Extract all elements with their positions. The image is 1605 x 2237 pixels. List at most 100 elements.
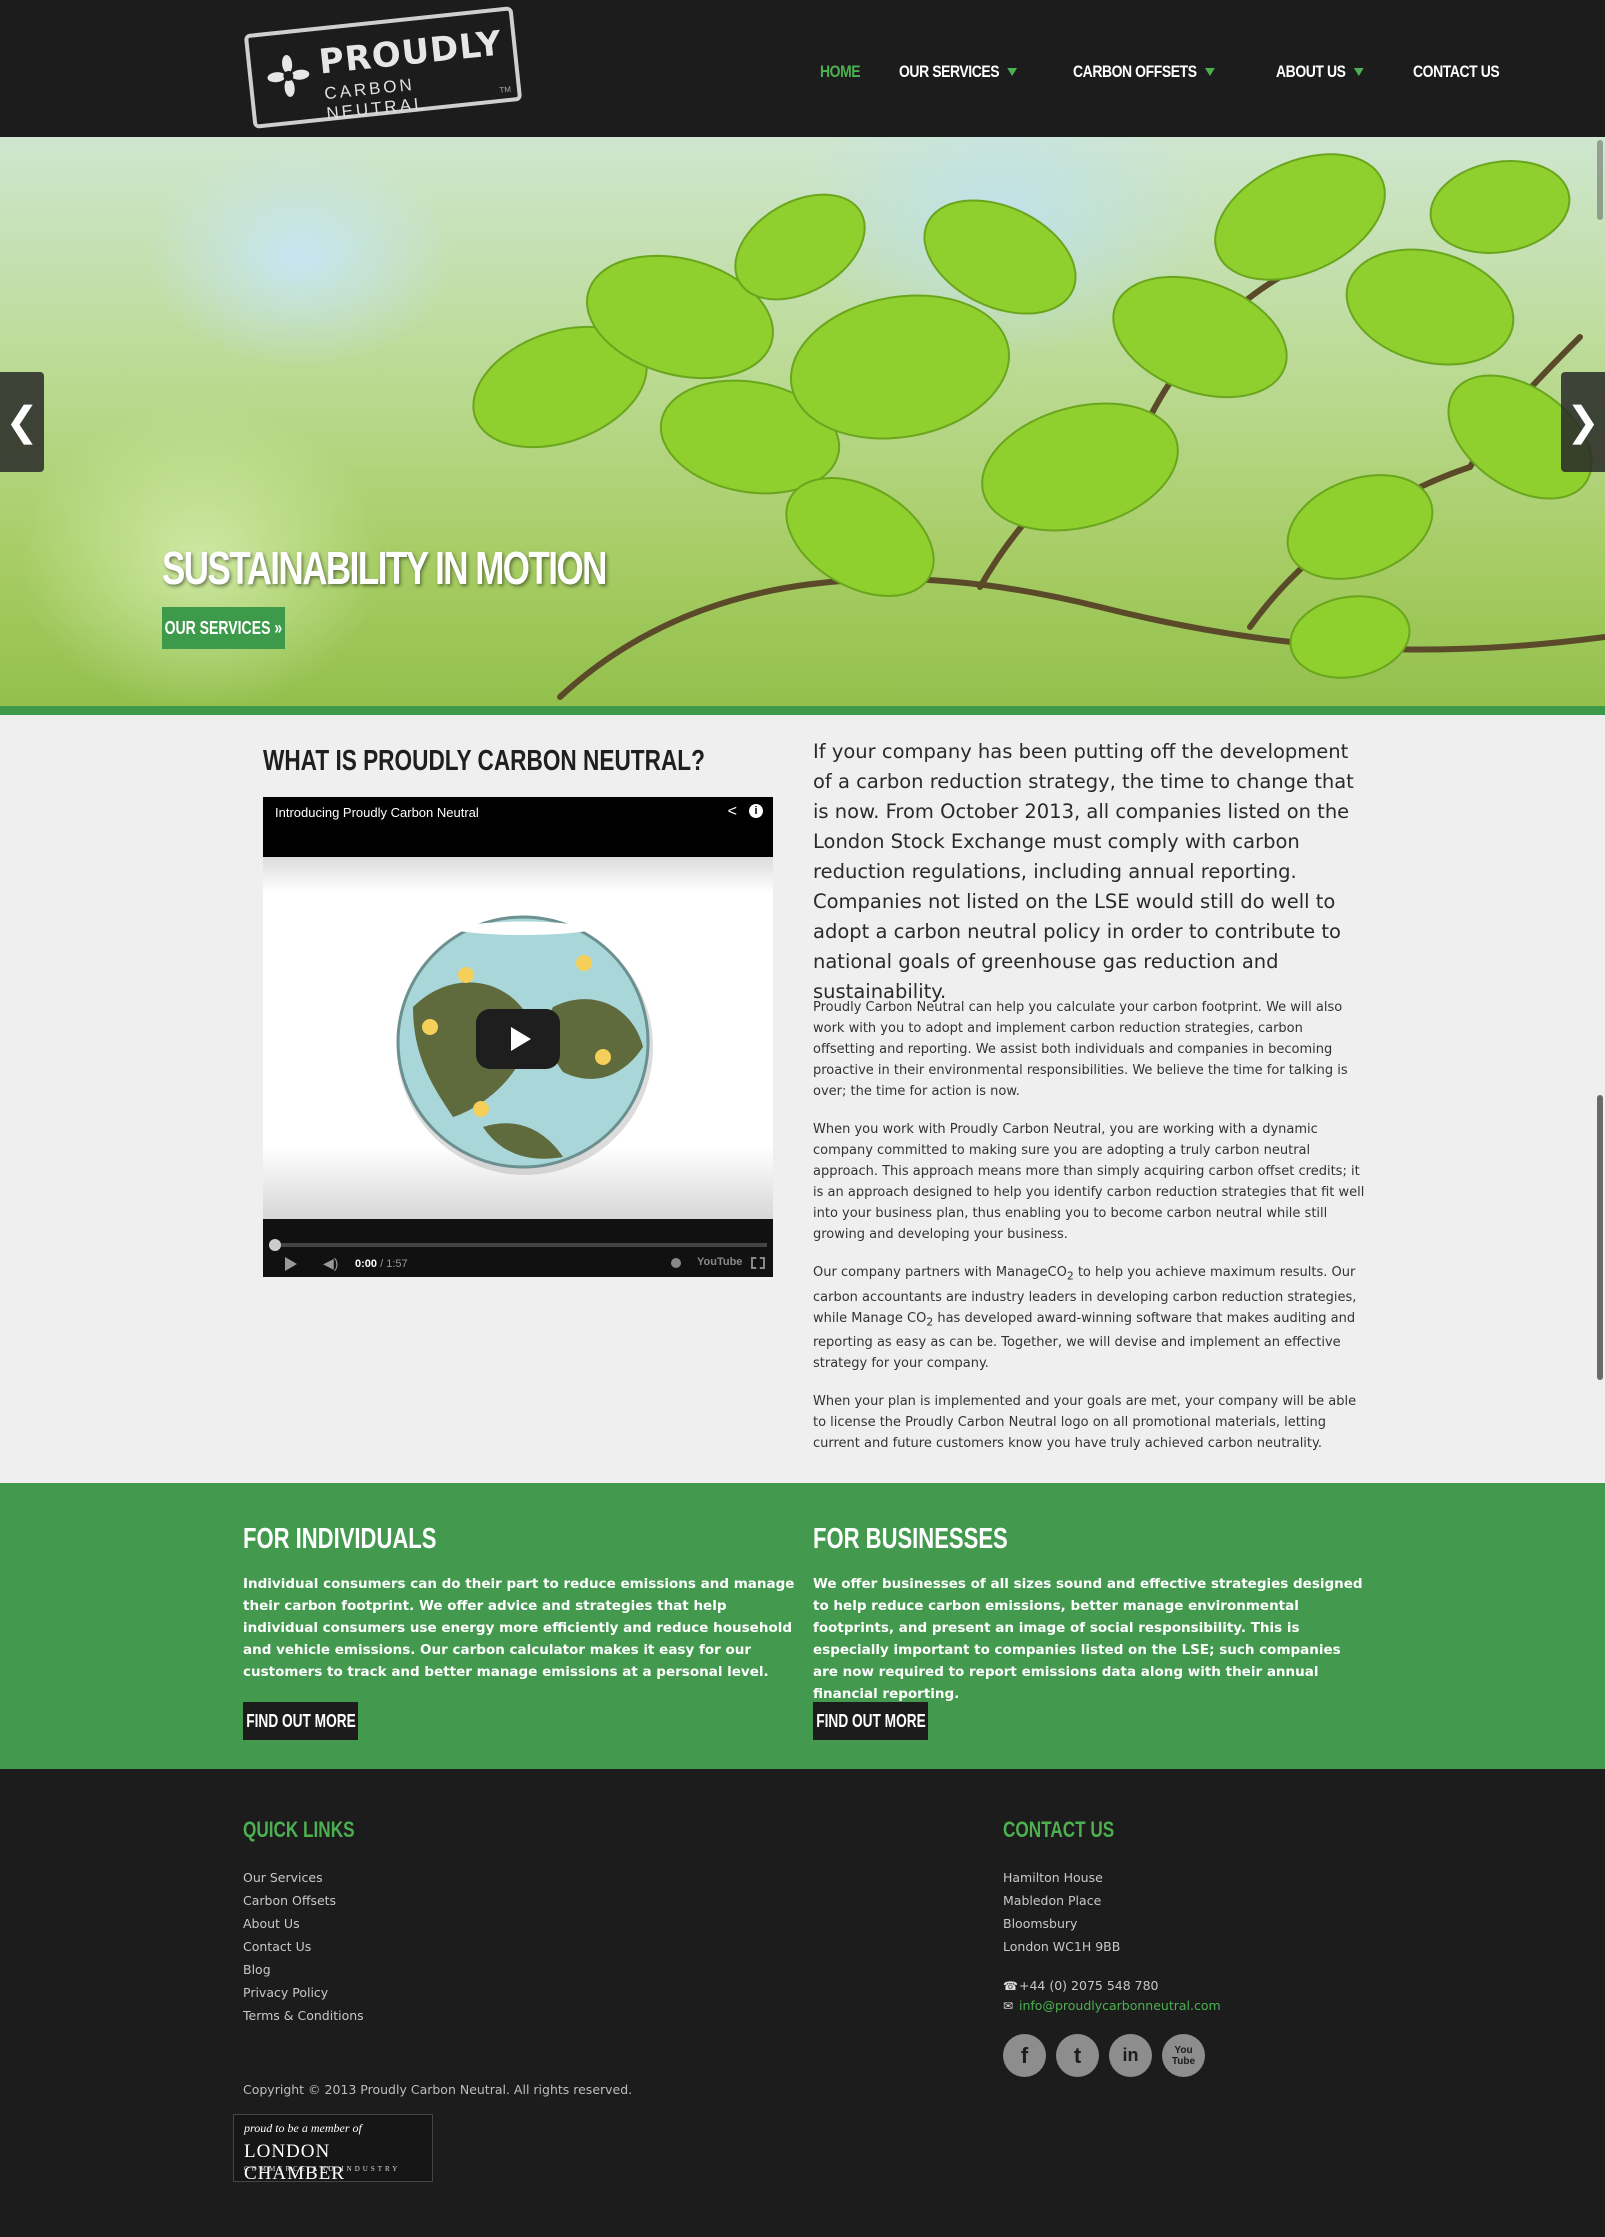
video-controls: ◀) 0:00 / 1:57 YouTube <box>263 1219 773 1277</box>
play-icon <box>511 1027 531 1051</box>
section-title: WHAT IS PROUDLY CARBON NEUTRAL? <box>263 745 705 777</box>
hero-title: SUSTAINABILITY IN MOTION <box>162 542 607 594</box>
businesses-button-label: FIND OUT MORE <box>815 1710 926 1731</box>
chamber-name: LONDON CHAMBER <box>244 2141 345 2184</box>
site-footer: QUICK LINKS Our Services Carbon Offsets … <box>0 1769 1605 2237</box>
scrollbar-thumb[interactable] <box>1597 1095 1603 1380</box>
nav-home[interactable]: HOME <box>820 62 861 82</box>
nav-about-us[interactable]: ABOUT US <box>1276 62 1364 82</box>
address-block: Hamilton House Mabledon Place Bloomsbury… <box>1003 1866 1120 1958</box>
video-time-total: / 1:57 <box>377 1258 408 1270</box>
video-screen[interactable] <box>263 857 773 1219</box>
contact-us-title: CONTACT US <box>1003 1817 1115 1842</box>
quick-links-title: QUICK LINKS <box>243 1817 355 1842</box>
email-address[interactable]: info@proudlycarbonneutral.com <box>1019 1998 1221 2013</box>
slider-prev-button[interactable]: ❮ <box>0 372 44 472</box>
nav-about-us-label: ABOUT US <box>1275 62 1346 81</box>
facebook-glyph: f <box>1020 2042 1029 2068</box>
youtube-icon[interactable]: You Tube <box>1162 2034 1205 2077</box>
p3-subscript: 2 <box>1066 1269 1074 1283</box>
intro-lead-text: If your company has been putting off the… <box>813 740 1354 1003</box>
watch-later-icon[interactable] <box>671 1258 681 1268</box>
footer-link-carbon-offsets[interactable]: Carbon Offsets <box>243 1889 364 1912</box>
caret-down-icon <box>1353 68 1364 76</box>
chevron-right-icon: ❯ <box>1566 400 1600 444</box>
main-content: WHAT IS PROUDLY CARBON NEUTRAL? Introduc… <box>0 715 1605 1483</box>
scrollbar-track-hint <box>1597 140 1603 220</box>
businesses-find-out-more-button[interactable]: FIND OUT MORE <box>813 1702 928 1740</box>
volume-icon[interactable]: ◀) <box>323 1255 338 1272</box>
footer-link-privacy-policy[interactable]: Privacy Policy <box>243 1981 364 2004</box>
individuals-text: Individual consumers can do their part t… <box>243 1576 795 1680</box>
footer-link-blog[interactable]: Blog <box>243 1958 364 1981</box>
businesses-title: FOR BUSINESSES <box>813 1523 1008 1555</box>
social-links: f t in You Tube <box>1003 2034 1215 2077</box>
audience-section: FOR INDIVIDUALS Individual consumers can… <box>0 1483 1605 1769</box>
facebook-icon[interactable]: f <box>1003 2034 1046 2077</box>
slider-next-button[interactable]: ❯ <box>1561 372 1605 472</box>
video-title-bar: Introducing Proudly Carbon Neutral < i <box>263 797 773 857</box>
caret-down-icon <box>1007 68 1018 76</box>
quick-links-list: Our Services Carbon Offsets About Us Con… <box>243 1866 364 2027</box>
footer-link-about-us[interactable]: About Us <box>243 1912 364 1935</box>
london-chamber-badge[interactable]: proud to be a member of LONDON CHAMBER C… <box>233 2114 433 2184</box>
nav-carbon-offsets[interactable]: CARBON OFFSETS <box>1073 62 1215 82</box>
fullscreen-icon[interactable] <box>751 1257 765 1269</box>
video-player[interactable]: Introducing Proudly Carbon Neutral < i ◀… <box>263 797 773 1277</box>
footer-link-contact-us[interactable]: Contact Us <box>243 1935 364 1958</box>
linkedin-glyph: in <box>1122 2045 1139 2065</box>
hero-button-label: OUR SERVICES » <box>164 617 283 638</box>
individuals-button-label: FIND OUT MORE <box>245 1710 356 1731</box>
body-paragraph-1: Proudly Carbon Neutral can help you calc… <box>813 1000 1348 1099</box>
nav-contact-us-label: CONTACT US <box>1412 62 1500 81</box>
youtube-logo[interactable]: YouTube <box>697 1256 742 1268</box>
nav-contact-us[interactable]: CONTACT US <box>1412 62 1500 82</box>
logo-tm: TM <box>499 84 512 95</box>
individuals-find-out-more-button[interactable]: FIND OUT MORE <box>243 1702 358 1740</box>
hero-slider: ❮ ❯ SUSTAINABILITY IN MOTION OUR SERVICE… <box>0 137 1605 707</box>
divider-strip <box>0 706 1605 715</box>
video-progress-bar[interactable] <box>269 1239 767 1251</box>
share-icon[interactable]: < <box>728 803 737 821</box>
email-row[interactable]: ✉ info@proudlycarbonneutral.com <box>1003 1998 1221 2013</box>
site-header: PROUDLY CARBON NEUTRAL TM HOME OUR SERVI… <box>0 0 1605 137</box>
youtube-glyph: You Tube <box>1171 2044 1196 2067</box>
businesses-text: We offer businesses of all sizes sound a… <box>813 1576 1363 1702</box>
main-nav: HOME OUR SERVICES CARBON OFFSETS ABOUT U… <box>820 62 1548 82</box>
address-line: Hamilton House <box>1003 1870 1103 1885</box>
phone-icon: ☎ <box>1003 1979 1018 1993</box>
site-logo[interactable]: PROUDLY CARBON NEUTRAL TM <box>243 6 523 129</box>
video-title: Introducing Proudly Carbon Neutral <box>275 805 479 820</box>
twitter-glyph: t <box>1073 2042 1082 2068</box>
individuals-title: FOR INDIVIDUALS <box>243 1523 437 1555</box>
twitter-icon[interactable]: t <box>1056 2034 1099 2077</box>
nav-our-services[interactable]: OUR SERVICES <box>899 62 1018 82</box>
body-paragraph-2: When you work with Proudly Carbon Neutra… <box>813 1122 1365 1242</box>
play-button[interactable] <box>476 1009 560 1069</box>
footer-link-our-services[interactable]: Our Services <box>243 1866 364 1889</box>
flower-icon <box>267 55 310 97</box>
nav-our-services-label: OUR SERVICES <box>899 62 1000 81</box>
caret-down-icon <box>1204 68 1215 76</box>
chevron-left-icon: ❮ <box>5 400 39 444</box>
mail-icon: ✉ <box>1003 1999 1014 2013</box>
nav-home-label: HOME <box>820 62 861 81</box>
footer-link-terms[interactable]: Terms & Conditions <box>243 2004 364 2027</box>
phone-row: ☎+44 (0) 2075 548 780 <box>1003 1978 1159 1993</box>
play-control-icon[interactable] <box>285 1257 297 1271</box>
body-paragraph-4: When your plan is implemented and your g… <box>813 1394 1357 1451</box>
hero-our-services-button[interactable]: OUR SERVICES » <box>162 607 285 649</box>
chamber-tagline: proud to be a member of <box>244 2121 362 2135</box>
address-line: London WC1H 9BB <box>1003 1939 1121 1954</box>
address-line: Bloomsbury <box>1003 1916 1078 1931</box>
video-time-current: 0:00 <box>355 1258 378 1270</box>
copyright: Copyright © 2013 Proudly Carbon Neutral.… <box>243 2082 633 2097</box>
address-line: Mabledon Place <box>1003 1893 1102 1908</box>
linkedin-icon[interactable]: in <box>1109 2034 1152 2077</box>
info-icon[interactable]: i <box>749 804 763 818</box>
video-time: 0:00 / 1:57 <box>355 1258 408 1270</box>
chamber-sub: COMMERCE AND INDUSTRY <box>244 2165 401 2173</box>
phone-number: +44 (0) 2075 548 780 <box>1019 1978 1159 1993</box>
video-scrubber[interactable] <box>269 1239 281 1251</box>
p3-part-a: Our company partners with ManageCO <box>813 1265 1067 1280</box>
